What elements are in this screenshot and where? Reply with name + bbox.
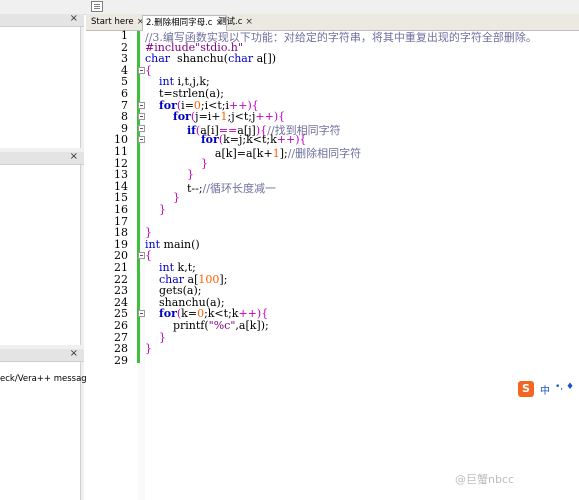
lower-panel: [0, 165, 81, 345]
fold-toggle-icon[interactable]: [138, 113, 145, 121]
code-token: //删除相同字符: [287, 147, 362, 160]
toolbar-doc-icon[interactable]: [91, 1, 103, 12]
code-token: }: [159, 330, 166, 344]
close-icon[interactable]: ×: [70, 348, 78, 359]
code-token: }: [172, 191, 180, 205]
management-panel-header: ×: [0, 13, 84, 27]
fold-toggle-icon[interactable]: [138, 252, 145, 260]
code-line[interactable]: }: [145, 203, 166, 216]
code-line[interactable]: char shanchu(char a[]): [145, 52, 276, 65]
fold-toggle-icon[interactable]: [138, 101, 145, 109]
fold-toggle-icon[interactable]: [138, 124, 145, 132]
code-token: "%c": [208, 319, 236, 332]
top-toolbar-strip: [0, 0, 579, 15]
close-icon[interactable]: ×: [245, 17, 253, 27]
fold-toggle-icon[interactable]: [138, 66, 145, 74]
fold-toggle-icon[interactable]: [138, 136, 145, 144]
code-token: main(): [160, 237, 200, 251]
code-token: 100: [198, 272, 220, 286]
code-token: }: [200, 156, 208, 170]
tab-label: 测试.c: [218, 17, 243, 27]
ime-mode-label[interactable]: 中: [540, 382, 550, 397]
left-panes: × × × eck/Vera++ message: [0, 13, 92, 500]
sogou-logo-icon: S: [518, 381, 534, 397]
code-token: ,a[k]);: [235, 319, 269, 332]
tab-label: Start here: [91, 17, 134, 27]
logs-panel-header: ×: [0, 348, 84, 362]
tab-start-here[interactable]: Start here ×: [88, 15, 147, 30]
fold-toggle-icon[interactable]: [138, 310, 145, 318]
code-token: ];: [219, 272, 228, 286]
code-token: }: [145, 342, 152, 356]
management-panel: [0, 27, 81, 148]
code-token: a[]): [253, 52, 277, 66]
code-line[interactable]: }: [145, 342, 152, 355]
vera-message-tab[interactable]: eck/Vera++ message: [0, 374, 92, 384]
code-token: }: [159, 203, 166, 216]
close-icon[interactable]: ×: [70, 151, 78, 162]
code-token: //循环长度减一: [202, 181, 276, 195]
code-token: char: [228, 52, 254, 66]
tab-test[interactable]: 测试.c ×: [215, 15, 256, 30]
tab-label: 2.删除相同字母.c: [146, 18, 213, 28]
code-token: 1: [272, 147, 280, 160]
line-number: 29: [114, 353, 128, 367]
watermark: @巨蟹nbcc: [455, 473, 515, 486]
code-token: ];: [279, 147, 288, 160]
code-token: shanchu(: [170, 52, 229, 66]
close-icon[interactable]: ×: [70, 13, 78, 24]
ime-extra-icons[interactable]: •, ♦: [555, 382, 574, 392]
code-line[interactable]: int main(): [145, 238, 200, 251]
lower-panel-header: ×: [0, 151, 84, 165]
